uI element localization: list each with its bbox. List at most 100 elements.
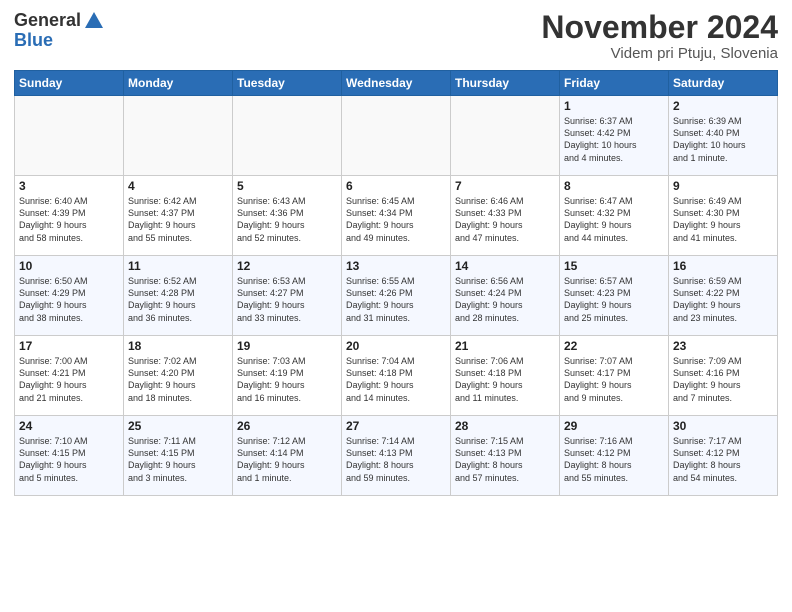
calendar-cell: 16 Sunrise: 6:59 AM Sunset: 4:22 PM Dayli… [669, 256, 778, 336]
calendar-cell: 14 Sunrise: 6:56 AM Sunset: 4:24 PM Dayli… [451, 256, 560, 336]
day-info: Sunrise: 7:16 AM Sunset: 4:12 PM Dayligh… [564, 435, 664, 484]
header-row: SundayMondayTuesdayWednesdayThursdayFrid… [15, 71, 778, 96]
calendar-cell: 25Sunrise: 7:11 AM Sunset: 4:15 PM Dayli… [124, 416, 233, 496]
day-number: 13 [346, 259, 446, 273]
calendar-cell: 22 Sunrise: 7:07 AM Sunset: 4:17 PM Dayli… [560, 336, 669, 416]
calendar-cell [233, 96, 342, 176]
calendar-cell: 2 Sunrise: 6:39 AM Sunset: 4:40 PM Daylig… [669, 96, 778, 176]
calendar-cell: 11 Sunrise: 6:52 AM Sunset: 4:28 PM Dayli… [124, 256, 233, 336]
calendar-cell [451, 96, 560, 176]
day-number: 14 [455, 259, 555, 273]
day-info: Sunrise: 6:43 AM Sunset: 4:36 PM Dayligh… [237, 195, 337, 244]
weekday-header: Tuesday [233, 71, 342, 96]
day-number: 21 [455, 339, 555, 353]
day-number: 16 [673, 259, 773, 273]
day-number: 4 [128, 179, 228, 193]
day-number: 11 [128, 259, 228, 273]
day-info: Sunrise: 7:04 AM Sunset: 4:18 PM Dayligh… [346, 355, 446, 404]
calendar-cell: 17Sunrise: 7:00 AM Sunset: 4:21 PM Dayli… [15, 336, 124, 416]
day-info: Sunrise: 6:42 AM Sunset: 4:37 PM Dayligh… [128, 195, 228, 244]
calendar-cell: 8 Sunrise: 6:47 AM Sunset: 4:32 PM Daylig… [560, 176, 669, 256]
logo: General Blue [14, 10, 107, 51]
day-info: Sunrise: 7:07 AM Sunset: 4:17 PM Dayligh… [564, 355, 664, 404]
day-number: 7 [455, 179, 555, 193]
calendar-week-row: 1Sunrise: 6:37 AM Sunset: 4:42 PM Daylig… [15, 96, 778, 176]
header: General Blue November 2024 Videm pri Ptu… [14, 10, 778, 62]
day-number: 27 [346, 419, 446, 433]
calendar-cell: 26Sunrise: 7:12 AM Sunset: 4:14 PM Dayli… [233, 416, 342, 496]
day-info: Sunrise: 7:14 AM Sunset: 4:13 PM Dayligh… [346, 435, 446, 484]
day-info: Sunrise: 6:47 AM Sunset: 4:32 PM Dayligh… [564, 195, 664, 244]
day-info: Sunrise: 7:09 AM Sunset: 4:16 PM Dayligh… [673, 355, 773, 404]
day-number: 23 [673, 339, 773, 353]
day-info: Sunrise: 6:52 AM Sunset: 4:28 PM Dayligh… [128, 275, 228, 324]
day-info: Sunrise: 7:12 AM Sunset: 4:14 PM Dayligh… [237, 435, 337, 484]
day-number: 25 [128, 419, 228, 433]
calendar-cell: 7Sunrise: 6:46 AM Sunset: 4:33 PM Daylig… [451, 176, 560, 256]
day-number: 1 [564, 99, 664, 113]
calendar-cell: 9 Sunrise: 6:49 AM Sunset: 4:30 PM Daylig… [669, 176, 778, 256]
calendar-cell: 21 Sunrise: 7:06 AM Sunset: 4:18 PM Dayli… [451, 336, 560, 416]
day-number: 8 [564, 179, 664, 193]
calendar-cell: 20 Sunrise: 7:04 AM Sunset: 4:18 PM Dayli… [342, 336, 451, 416]
day-info: Sunrise: 6:56 AM Sunset: 4:24 PM Dayligh… [455, 275, 555, 324]
day-info: Sunrise: 6:40 AM Sunset: 4:39 PM Dayligh… [19, 195, 119, 244]
calendar-cell [124, 96, 233, 176]
month-title: November 2024 [541, 10, 778, 45]
weekday-header: Friday [560, 71, 669, 96]
day-number: 15 [564, 259, 664, 273]
day-number: 22 [564, 339, 664, 353]
calendar-body: 1Sunrise: 6:37 AM Sunset: 4:42 PM Daylig… [15, 96, 778, 496]
day-info: Sunrise: 7:00 AM Sunset: 4:21 PM Dayligh… [19, 355, 119, 404]
calendar-table: SundayMondayTuesdayWednesdayThursdayFrid… [14, 70, 778, 496]
day-info: Sunrise: 7:03 AM Sunset: 4:19 PM Dayligh… [237, 355, 337, 404]
day-info: Sunrise: 6:45 AM Sunset: 4:34 PM Dayligh… [346, 195, 446, 244]
day-number: 18 [128, 339, 228, 353]
day-number: 29 [564, 419, 664, 433]
calendar-cell [15, 96, 124, 176]
calendar-cell: 4 Sunrise: 6:42 AM Sunset: 4:37 PM Daylig… [124, 176, 233, 256]
logo-icon [83, 10, 105, 32]
day-info: Sunrise: 7:10 AM Sunset: 4:15 PM Dayligh… [19, 435, 119, 484]
day-number: 9 [673, 179, 773, 193]
weekday-header: Wednesday [342, 71, 451, 96]
day-info: Sunrise: 6:55 AM Sunset: 4:26 PM Dayligh… [346, 275, 446, 324]
calendar-week-row: 24Sunrise: 7:10 AM Sunset: 4:15 PM Dayli… [15, 416, 778, 496]
weekday-header: Saturday [669, 71, 778, 96]
logo-text-block: General Blue [14, 10, 107, 51]
day-number: 30 [673, 419, 773, 433]
calendar-cell: 15Sunrise: 6:57 AM Sunset: 4:23 PM Dayli… [560, 256, 669, 336]
calendar-week-row: 10 Sunrise: 6:50 AM Sunset: 4:29 PM Dayli… [15, 256, 778, 336]
day-number: 2 [673, 99, 773, 113]
calendar-cell: 12 Sunrise: 6:53 AM Sunset: 4:27 PM Dayli… [233, 256, 342, 336]
calendar-cell: 23 Sunrise: 7:09 AM Sunset: 4:16 PM Dayli… [669, 336, 778, 416]
location-text: Videm pri Ptuju, Slovenia [541, 45, 778, 62]
day-info: Sunrise: 6:50 AM Sunset: 4:29 PM Dayligh… [19, 275, 119, 324]
calendar-cell: 19Sunrise: 7:03 AM Sunset: 4:19 PM Dayli… [233, 336, 342, 416]
day-info: Sunrise: 7:17 AM Sunset: 4:12 PM Dayligh… [673, 435, 773, 484]
weekday-header: Sunday [15, 71, 124, 96]
day-number: 10 [19, 259, 119, 273]
day-number: 5 [237, 179, 337, 193]
calendar-week-row: 17Sunrise: 7:00 AM Sunset: 4:21 PM Dayli… [15, 336, 778, 416]
calendar-header: SundayMondayTuesdayWednesdayThursdayFrid… [15, 71, 778, 96]
day-number: 20 [346, 339, 446, 353]
calendar-cell: 24Sunrise: 7:10 AM Sunset: 4:15 PM Dayli… [15, 416, 124, 496]
day-info: Sunrise: 6:49 AM Sunset: 4:30 PM Dayligh… [673, 195, 773, 244]
day-info: Sunrise: 6:39 AM Sunset: 4:40 PM Dayligh… [673, 115, 773, 164]
day-info: Sunrise: 6:53 AM Sunset: 4:27 PM Dayligh… [237, 275, 337, 324]
calendar-cell: 5 Sunrise: 6:43 AM Sunset: 4:36 PM Daylig… [233, 176, 342, 256]
calendar-cell: 13 Sunrise: 6:55 AM Sunset: 4:26 PM Dayli… [342, 256, 451, 336]
day-info: Sunrise: 6:59 AM Sunset: 4:22 PM Dayligh… [673, 275, 773, 324]
day-info: Sunrise: 7:06 AM Sunset: 4:18 PM Dayligh… [455, 355, 555, 404]
calendar-cell: 1Sunrise: 6:37 AM Sunset: 4:42 PM Daylig… [560, 96, 669, 176]
weekday-header: Monday [124, 71, 233, 96]
title-block: November 2024 Videm pri Ptuju, Slovenia [541, 10, 778, 62]
calendar-cell: 30 Sunrise: 7:17 AM Sunset: 4:12 PM Dayli… [669, 416, 778, 496]
day-number: 12 [237, 259, 337, 273]
calendar-cell: 6Sunrise: 6:45 AM Sunset: 4:34 PM Daylig… [342, 176, 451, 256]
logo-general: General [14, 10, 81, 30]
day-number: 3 [19, 179, 119, 193]
calendar-cell: 18Sunrise: 7:02 AM Sunset: 4:20 PM Dayli… [124, 336, 233, 416]
page-container: General Blue November 2024 Videm pri Ptu… [0, 0, 792, 612]
